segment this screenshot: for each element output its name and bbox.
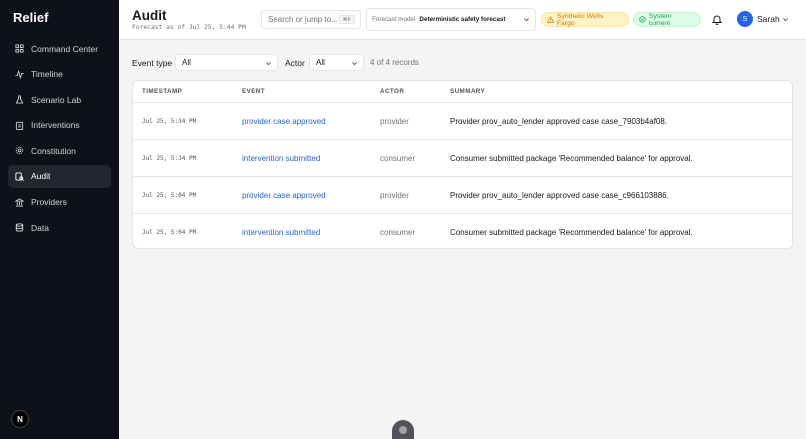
row-event-link[interactable]: intervention submitted bbox=[242, 154, 320, 163]
column-header-summary[interactable]: SUMMARY bbox=[450, 88, 485, 95]
activity-icon bbox=[15, 69, 24, 79]
sidebar-item-label: Constitution bbox=[31, 145, 76, 156]
actor-select[interactable]: All bbox=[309, 54, 364, 71]
sidebar-item-interventions[interactable]: Interventions bbox=[8, 114, 111, 137]
row-timestamp: Jul 25, 5:34 PM bbox=[142, 155, 197, 162]
sidebar-item-constitution[interactable]: Constitution bbox=[8, 139, 111, 162]
table-row[interactable]: Jul 25, 5:34 PM intervention submitted c… bbox=[133, 140, 792, 177]
sidebar-item-label: Timeline bbox=[31, 69, 63, 80]
sidebar-item-scenario-lab[interactable]: Scenario Lab bbox=[8, 88, 111, 111]
warning-badge[interactable]: Synthetic Wells Fargo bbox=[541, 12, 629, 27]
sidebar-item-label: Scenario Lab bbox=[31, 94, 82, 105]
forecast-model-label: Forecast model bbox=[372, 16, 416, 23]
row-summary: Consumer submitted package 'Recommended … bbox=[450, 228, 693, 237]
sidebar-item-providers[interactable]: Providers bbox=[8, 191, 111, 214]
n-badge-icon[interactable]: N bbox=[11, 410, 29, 428]
search-shortcut: ⌘K bbox=[338, 15, 355, 24]
grid-icon bbox=[15, 44, 24, 53]
row-timestamp: Jul 25, 5:34 PM bbox=[142, 118, 197, 125]
sidebar-item-data[interactable]: Data bbox=[8, 216, 111, 239]
chevron-down-icon bbox=[352, 62, 357, 66]
status-badge[interactable]: System current bbox=[633, 12, 701, 27]
actor-label: Actor bbox=[285, 58, 305, 68]
chat-bubble-icon[interactable] bbox=[392, 420, 414, 439]
clipboard-icon bbox=[15, 121, 24, 130]
sidebar: Relief Command Center Timeline Scenario … bbox=[0, 0, 119, 439]
app-brand[interactable]: Relief bbox=[13, 10, 48, 25]
sidebar-item-label: Audit bbox=[31, 171, 51, 182]
sidebar-nav: Command Center Timeline Scenario Lab Int… bbox=[8, 37, 111, 242]
sidebar-item-timeline[interactable]: Timeline bbox=[8, 63, 111, 86]
sidebar-item-label: Interventions bbox=[31, 120, 80, 131]
column-header-timestamp[interactable]: TIMESTAMP bbox=[142, 88, 182, 95]
row-timestamp: Jul 25, 5:04 PM bbox=[142, 229, 197, 236]
event-type-label: Event type bbox=[132, 58, 173, 68]
search-input[interactable]: Search or jump to... ⌘K bbox=[261, 10, 361, 29]
search-placeholder: Search or jump to... bbox=[268, 15, 338, 24]
forecast-model-select[interactable]: Forecast model Deterministic safety fore… bbox=[366, 8, 536, 31]
status-badge-label: System current bbox=[648, 12, 672, 27]
column-header-actor[interactable]: ACTOR bbox=[380, 88, 404, 95]
table-row[interactable]: Jul 25, 5:04 PM intervention submitted c… bbox=[133, 214, 792, 248]
page-subtitle: Forecast as of Jul 25, 5:44 PM bbox=[132, 24, 246, 31]
row-actor: consumer bbox=[380, 154, 416, 163]
row-actor: provider bbox=[380, 191, 409, 200]
row-actor: consumer bbox=[380, 228, 416, 237]
sidebar-item-label: Command Center bbox=[31, 43, 99, 54]
row-summary: Provider prov_auto_lender approved case … bbox=[450, 191, 669, 200]
event-type-value: All bbox=[182, 58, 191, 67]
sidebar-item-audit[interactable]: Audit bbox=[8, 164, 111, 188]
sidebar-item-label: Data bbox=[31, 222, 49, 233]
bell-icon[interactable] bbox=[712, 14, 722, 25]
chevron-down-icon bbox=[266, 62, 271, 66]
flask-icon bbox=[15, 95, 24, 104]
row-summary: Consumer submitted package 'Recommended … bbox=[450, 154, 693, 163]
chevron-down-icon[interactable] bbox=[782, 16, 789, 23]
user-name[interactable]: Sarah bbox=[757, 14, 780, 24]
avatar[interactable]: S bbox=[737, 11, 753, 27]
row-summary: Provider prov_auto_lender approved case … bbox=[450, 117, 668, 126]
database-icon bbox=[15, 223, 24, 232]
forecast-model-value: Deterministic safety forecast bbox=[419, 16, 506, 23]
event-type-select[interactable]: All bbox=[175, 54, 278, 71]
page-title: Audit bbox=[132, 8, 167, 23]
chat-bubble-dot bbox=[399, 426, 407, 434]
top-header: Audit Forecast as of Jul 25, 5:44 PM Sea… bbox=[119, 0, 806, 40]
row-event-link[interactable]: provider case approved bbox=[242, 191, 326, 200]
chevron-down-icon bbox=[524, 18, 529, 22]
row-actor: provider bbox=[380, 117, 409, 126]
settings-icon bbox=[15, 146, 24, 155]
row-event-link[interactable]: provider case approved bbox=[242, 117, 326, 126]
row-timestamp: Jul 25, 5:04 PM bbox=[142, 192, 197, 199]
audit-icon bbox=[15, 172, 24, 181]
table-row[interactable]: Jul 25, 5:34 PM provider case approved p… bbox=[133, 103, 792, 140]
column-header-event[interactable]: EVENT bbox=[242, 88, 265, 95]
row-event-link[interactable]: intervention submitted bbox=[242, 228, 320, 237]
warning-icon bbox=[547, 16, 554, 23]
check-circle-icon bbox=[639, 16, 646, 23]
sidebar-item-label: Providers bbox=[31, 197, 67, 208]
table-row[interactable]: Jul 25, 5:04 PM provider case approved p… bbox=[133, 177, 792, 214]
sidebar-item-command-center[interactable]: Command Center bbox=[8, 37, 111, 60]
actor-value: All bbox=[316, 58, 325, 67]
bank-icon bbox=[15, 197, 24, 207]
records-count: 4 of 4 records bbox=[370, 58, 419, 67]
audit-table: TIMESTAMP EVENT ACTOR SUMMARY Jul 25, 5:… bbox=[132, 80, 793, 249]
table-header: TIMESTAMP EVENT ACTOR SUMMARY bbox=[133, 81, 792, 103]
warning-badge-label: Synthetic Wells Fargo bbox=[556, 12, 604, 27]
